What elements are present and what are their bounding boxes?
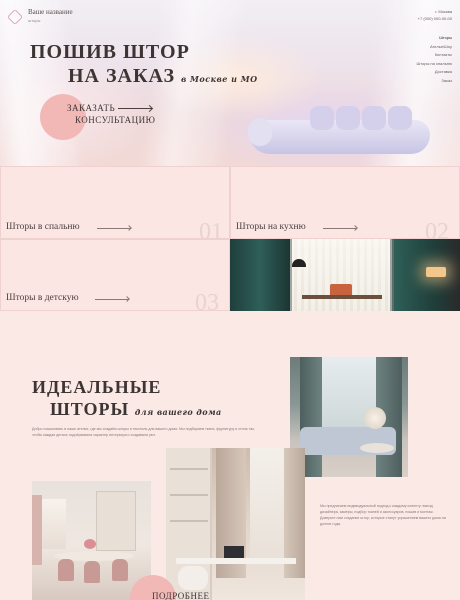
- site-header: Ваше название шторы: [7, 8, 73, 25]
- category-label: Шторы на кухню: [236, 222, 306, 232]
- sofa-illustration: [248, 104, 435, 160]
- hero-title-script: в Москве и МО: [181, 74, 258, 84]
- nav-item[interactable]: Заказ: [417, 77, 453, 86]
- arrow-right-icon[interactable]: [118, 108, 152, 109]
- ideal-title-line1: ИДЕАЛЬНЫЕ: [32, 377, 162, 397]
- nav-item[interactable]: Доставка: [417, 68, 452, 77]
- nav-item[interactable]: Шторы: [417, 34, 452, 43]
- hero-title-line2: НА ЗАКАЗ: [68, 65, 176, 87]
- dining-room-photo: [32, 481, 151, 600]
- arrow-right-icon: [95, 299, 129, 300]
- brand-subtitle: шторы: [28, 18, 41, 23]
- category-bedroom[interactable]: Шторы в спальню 01: [0, 166, 230, 245]
- category-label: Шторы в спальню: [6, 222, 80, 232]
- ideal-title-line2: ШТОРЫ: [50, 399, 130, 419]
- arrow-right-icon: [97, 228, 131, 229]
- main-nav: Шторы Ателье/Шоу Контакты Шторы на спаль…: [417, 34, 452, 85]
- ideal-title: ИДЕАЛЬНЫЕ ШТОРЫ для вашего дома: [32, 376, 222, 423]
- ideal-title-script: для вашего дома: [134, 407, 222, 417]
- kitchen-curtains-photo[interactable]: [230, 239, 460, 311]
- study-room-photo: [166, 448, 305, 600]
- ideal-description: Добро пожаловать в наше ателье, где мы с…: [32, 427, 255, 437]
- hero-banner: Ваше название шторы г. Москва +7 (000) 0…: [0, 0, 460, 166]
- arrow-right-icon: [323, 228, 357, 229]
- nav-item[interactable]: Шторы на спальню: [417, 60, 452, 69]
- header-contacts: г. Москва +7 (000) 000-00-00: [418, 8, 452, 22]
- nav-item[interactable]: Контакты: [417, 51, 452, 60]
- category-kids[interactable]: Шторы в детскую 03: [0, 239, 230, 316]
- more-button[interactable]: ПОДРОБНЕЕ: [152, 591, 209, 600]
- hero-title-line1: ПОШИВ ШТОР: [30, 41, 190, 63]
- living-room-photo: [290, 357, 408, 477]
- brand-name[interactable]: Ваше название: [28, 8, 73, 16]
- cta-line2: КОНСУЛЬТАЦИЮ: [75, 115, 156, 125]
- hero-title: ПОШИВ ШТОР НА ЗАКАЗ в Москве и МО: [30, 40, 258, 91]
- city-label: г. Москва: [435, 9, 452, 14]
- consultation-button[interactable]: ЗАКАЗАТЬ КОНСУЛЬТАЦИЮ: [67, 102, 155, 126]
- nav-item[interactable]: Ателье/Шоу: [417, 43, 452, 52]
- ideal-right-text: Мы предлагаем индивидуальный подход к ка…: [320, 504, 446, 526]
- logo-icon[interactable]: [7, 9, 23, 25]
- category-number: 03: [195, 290, 219, 316]
- category-label: Шторы в детскую: [6, 293, 79, 303]
- category-kitchen[interactable]: Шторы на кухню 02: [230, 166, 460, 245]
- phone-link[interactable]: +7 (000) 000-00-00: [418, 15, 452, 22]
